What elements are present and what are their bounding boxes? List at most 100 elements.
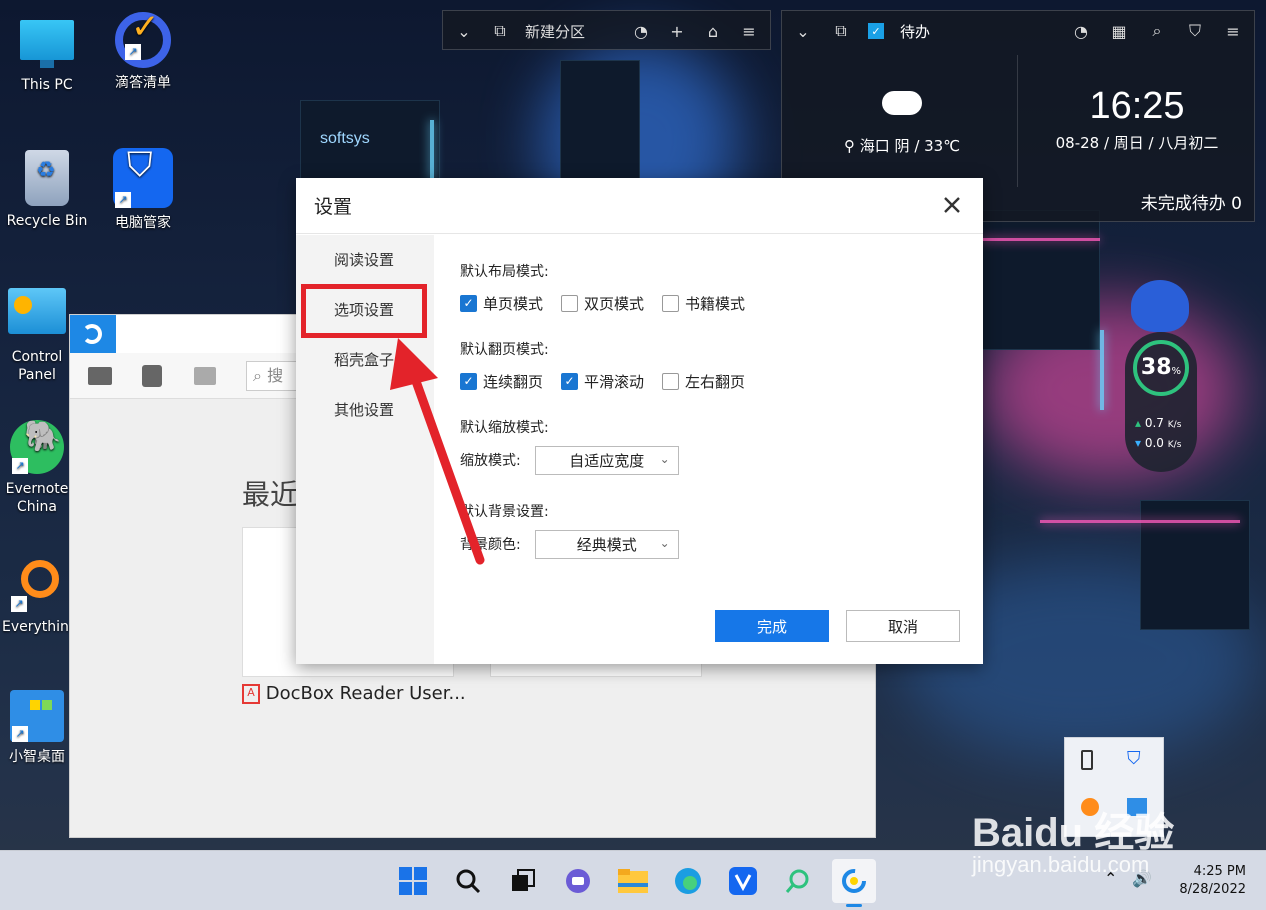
taskbar-clock[interactable]: 4:25 PM 8/28/2022 xyxy=(1179,863,1246,899)
dialog-title: 设置 xyxy=(314,196,353,218)
shortcut-arrow-icon: ↗ xyxy=(12,726,28,742)
zoom-row: 缩放模式: 自适应宽度 ⌄ xyxy=(460,445,983,475)
sidebar-item-reading[interactable]: 阅读设置 xyxy=(296,235,434,285)
mascot-icon xyxy=(1131,280,1189,332)
app-logo-icon xyxy=(70,315,116,353)
close-icon[interactable] xyxy=(939,192,965,218)
home-icon[interactable]: ⌂ xyxy=(702,20,724,42)
recent-file-item[interactable]: A DocBox Reader User... xyxy=(242,683,466,704)
desktop-icon-pc-manager[interactable]: ⛉ ↗ 电脑管家 xyxy=(98,148,188,232)
evernote-icon: 🐘 ↗ xyxy=(10,420,64,474)
desktop-icon-this-pc[interactable]: This PC xyxy=(2,14,92,94)
checkbox-checked[interactable]: ✓ xyxy=(561,372,579,390)
search-placeholder: 搜 xyxy=(267,366,284,385)
usb-icon[interactable] xyxy=(1081,750,1093,770)
baidu-watermark: Baidu 经验 xyxy=(972,811,1175,855)
shortcut-arrow-icon: ↗ xyxy=(12,458,28,474)
menu-icon[interactable]: ≡ xyxy=(738,20,760,42)
background-color-value: 经典模式 xyxy=(576,535,637,554)
partition-label[interactable]: 新建分区 xyxy=(525,21,585,42)
add-icon[interactable]: + xyxy=(666,20,688,42)
clock-date: 08-28 / 周日 / 八月初二 xyxy=(1055,134,1219,152)
shield-icon[interactable]: ⛉ xyxy=(1127,748,1141,769)
checkbox-unchecked[interactable] xyxy=(662,294,680,312)
book-mode-option[interactable]: 书籍模式 xyxy=(662,293,745,314)
desktop-icon-label: 小智桌面 xyxy=(9,749,65,765)
clock-time: 16:25 xyxy=(1089,85,1185,127)
windows-start-icon[interactable] xyxy=(396,864,430,898)
paging-section-title: 默认翻页模式: xyxy=(460,342,549,358)
monitor-icon xyxy=(20,20,74,68)
calendar-icon[interactable]: ▦ xyxy=(1108,20,1130,42)
desktop-icon-label: Recycle Bin xyxy=(6,213,88,229)
todo-check-icon: ✓ xyxy=(868,23,884,39)
search-icon: ⌕ xyxy=(253,366,262,385)
annotation-arrow-icon xyxy=(390,338,485,565)
shortcut-arrow-icon: ↗ xyxy=(11,596,27,612)
edge-browser-icon[interactable] xyxy=(671,864,705,898)
search-icon[interactable]: ⌕ xyxy=(1146,20,1168,42)
desktop-icon-control-panel[interactable]: Control Panel xyxy=(2,288,72,384)
recent-file-name: DocBox Reader User... xyxy=(265,683,466,704)
menu-icon[interactable]: ≡ xyxy=(1222,20,1244,42)
desktop-icon-everything[interactable]: ↗ Everything xyxy=(2,556,78,636)
horizontal-paging-option[interactable]: 左右翻页 xyxy=(662,371,745,392)
partition-widget: ⌄ ⧉ 新建分区 ◔ + ⌂ ≡ xyxy=(442,10,771,50)
partition-icon: ⧉ xyxy=(494,21,506,40)
print-icon[interactable] xyxy=(194,367,216,385)
download-speed: 0.0 xyxy=(1144,436,1164,450)
chevron-down-icon: ⌄ xyxy=(659,451,670,466)
xiaozhi-icon: ↗ xyxy=(10,690,64,742)
desktop-icon-dida[interactable]: ✓ ↗ 滴答清单 xyxy=(98,10,188,92)
green-search-app-icon[interactable] xyxy=(781,864,815,898)
checkbox-unchecked[interactable] xyxy=(662,372,680,390)
zoom-section-title: 默认缩放模式: xyxy=(460,420,549,436)
search-icon[interactable] xyxy=(451,864,485,898)
checkbox-unchecked[interactable] xyxy=(561,294,579,312)
zoom-mode-value: 自适应宽度 xyxy=(569,451,645,470)
control-panel-icon xyxy=(8,288,66,334)
background-color-select[interactable]: 经典模式 ⌄ xyxy=(534,529,679,559)
done-button[interactable]: 完成 xyxy=(715,610,829,642)
cloud-icon xyxy=(882,91,922,115)
shirt-icon[interactable]: ⛉ xyxy=(1184,20,1206,42)
taskbar-date: 8/28/2022 xyxy=(1179,882,1246,897)
task-view-icon[interactable] xyxy=(506,864,540,898)
search-magnifier-icon: ↗ xyxy=(9,556,65,612)
dialog-titlebar: 设置 xyxy=(296,178,983,234)
cancel-button[interactable]: 取消 xyxy=(846,610,960,642)
checkbox-checked[interactable]: ✓ xyxy=(460,294,477,312)
background-section-title: 默认背景设置: xyxy=(460,504,549,520)
double-page-option[interactable]: 双页模式 xyxy=(561,293,644,314)
chat-icon[interactable] xyxy=(561,864,595,898)
chevron-down-icon[interactable]: ⌄ xyxy=(453,20,475,42)
user-icon[interactable]: ◔ xyxy=(1070,20,1092,42)
shield-icon: ⛉ ↗ xyxy=(113,148,173,208)
desktop-icon-label: Everything xyxy=(2,619,78,635)
option-label: 双页模式 xyxy=(584,294,645,313)
location-pin-icon: ⚲ xyxy=(844,137,855,155)
desktop-icon-evernote[interactable]: 🐘 ↗ Evernote China xyxy=(2,420,72,516)
weather-panel: ⚲ 海口 阴 / 33℃ xyxy=(782,55,1018,187)
upload-speed: 0.7 xyxy=(1144,416,1164,430)
net-speed-widget: 38% ▴ 0.7 K/s ▾ 0.0 K/s xyxy=(1125,270,1197,472)
file-explorer-icon[interactable] xyxy=(616,864,650,898)
cloud-upload-icon[interactable] xyxy=(142,365,162,387)
recycle-bin-icon: ♻ xyxy=(25,150,69,206)
zoom-mode-select[interactable]: 自适应宽度 ⌄ xyxy=(534,445,679,475)
docbox-reader-taskbar-icon[interactable] xyxy=(832,859,876,907)
desktop-icon-xiaozhi[interactable]: ↗ 小智桌面 xyxy=(2,690,72,766)
option-label: 平滑滚动 xyxy=(584,372,645,391)
single-page-option[interactable]: ✓ 单页模式 xyxy=(460,293,543,314)
recent-heading: 最近 xyxy=(242,478,299,511)
pending-todos[interactable]: 未完成待办 0 xyxy=(1141,189,1242,214)
user-icon[interactable]: ◔ xyxy=(630,20,652,42)
chevron-down-icon[interactable]: ⌄ xyxy=(792,20,814,42)
window-icon[interactable]: ⧉ xyxy=(830,20,852,42)
pc-manager-icon[interactable] xyxy=(726,864,760,898)
smooth-scroll-option[interactable]: ✓ 平滑滚动 xyxy=(561,371,644,392)
desktop-icon-recycle-bin[interactable]: ♻ Recycle Bin xyxy=(2,150,92,230)
neon-sign: softsys xyxy=(320,130,370,147)
folder-icon[interactable] xyxy=(88,367,112,385)
taskbar-time: 4:25 PM xyxy=(1193,864,1246,879)
